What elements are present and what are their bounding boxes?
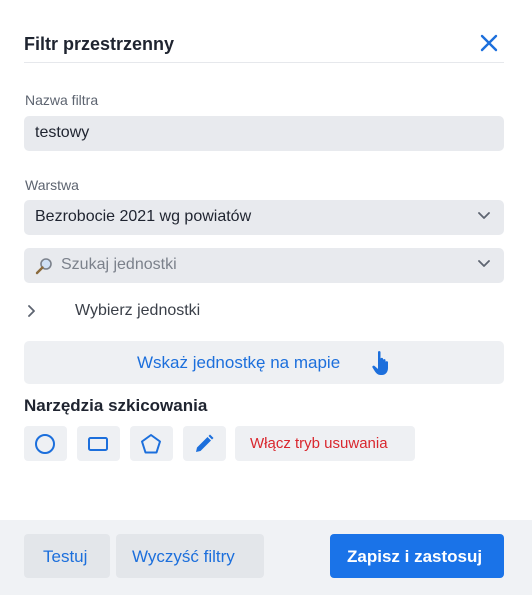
dialog-header: Filtr przestrzenny [24, 30, 504, 63]
chevron-right-icon [28, 305, 35, 317]
filter-name-label: Nazwa filtra [25, 92, 99, 108]
delete-mode-button[interactable]: Włącz tryb usuwania [235, 426, 415, 461]
layer-label: Warstwa [25, 177, 79, 193]
pick-on-map-button[interactable]: Wskaż jednostkę na mapie [24, 341, 504, 384]
dialog-footer: Testuj Wyczyść filtry Zapisz i zastosuj [0, 520, 532, 595]
test-button[interactable]: Testuj [24, 534, 110, 578]
rectangle-icon [88, 437, 108, 451]
unit-search-select[interactable]: Szukaj jednostki [24, 248, 504, 283]
layer-select[interactable]: Bezrobocie 2021 wg powiatów [24, 200, 504, 235]
draw-polygon-button[interactable] [130, 426, 173, 461]
clear-filters-button[interactable]: Wyczyść filtry [116, 534, 264, 578]
polygon-icon [141, 434, 161, 454]
save-apply-button[interactable]: Zapisz i zastosuj [330, 534, 504, 578]
select-units-toggle[interactable]: Wybierz jednostki [24, 298, 324, 324]
pick-on-map-label: Wskaż jednostkę na mapie [137, 353, 341, 372]
hand-pointer-icon [372, 351, 388, 375]
save-apply-label: Zapisz i zastosuj [347, 547, 483, 566]
dialog-title: Filtr przestrzenny [24, 34, 175, 54]
chevron-down-icon [478, 260, 490, 267]
spatial-filter-panel: Filtr przestrzenny Nazwa filtra testowy … [0, 0, 532, 595]
select-units-label: Wybierz jednostki [75, 302, 201, 319]
unit-search-placeholder: Szukaj jednostki [61, 256, 177, 273]
filter-name-value: testowy [35, 124, 90, 141]
draw-rectangle-button[interactable] [77, 426, 120, 461]
draw-circle-button[interactable] [24, 426, 67, 461]
layer-selected-value: Bezrobocie 2021 wg powiatów [35, 208, 252, 225]
close-icon[interactable] [478, 32, 500, 54]
delete-mode-label: Włącz tryb usuwania [250, 435, 388, 452]
chevron-down-icon [478, 212, 490, 219]
sketch-tools-title: Narzędzia szkicowania [24, 396, 208, 415]
search-icon [35, 258, 52, 275]
draw-freehand-button[interactable] [183, 426, 226, 461]
filter-name-input[interactable]: testowy [24, 116, 504, 151]
circle-icon [35, 434, 55, 454]
test-button-label: Testuj [43, 547, 88, 566]
pencil-icon [196, 434, 214, 452]
clear-filters-label: Wyczyść filtry [132, 547, 235, 566]
